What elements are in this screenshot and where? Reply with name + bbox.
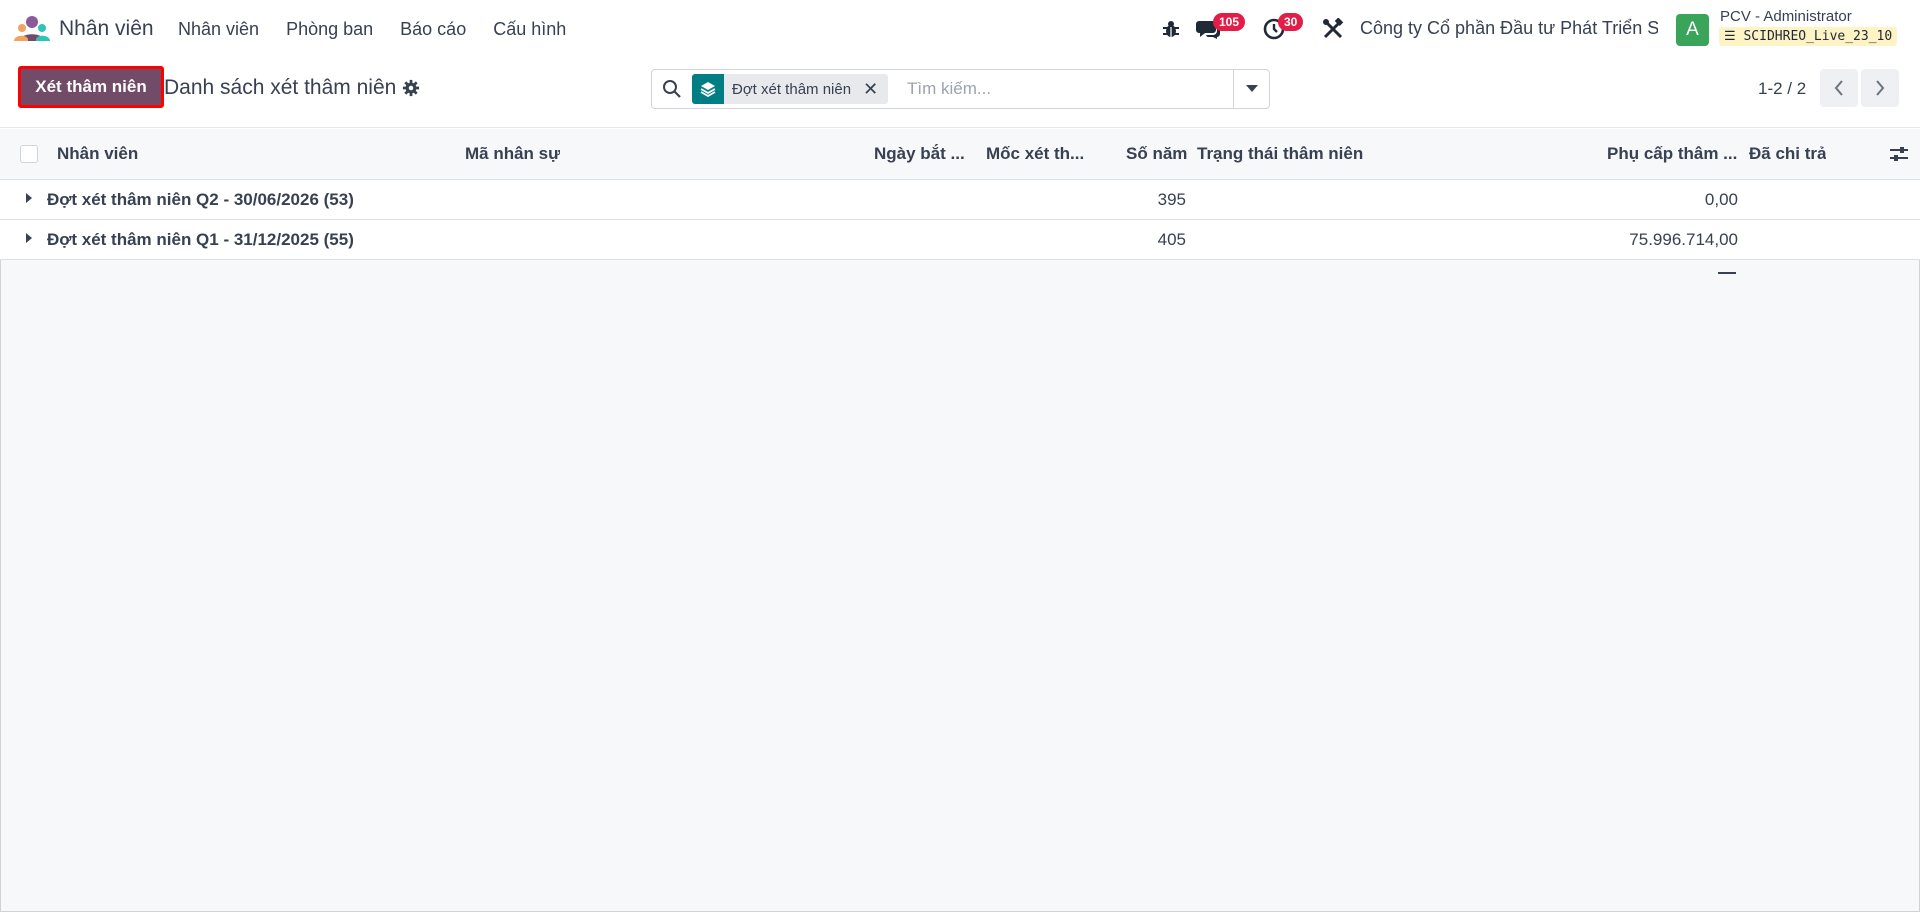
close-icon[interactable]: ✕	[859, 74, 889, 104]
employees-app-icon[interactable]	[14, 15, 50, 43]
seniority-review-button[interactable]: Xét thâm niên	[18, 66, 164, 108]
search-input[interactable]	[907, 76, 1237, 102]
database-badge: ☰ SCIDHREO_Live_23_10	[1719, 27, 1898, 46]
pager-value[interactable]: 1-2 / 2	[1758, 79, 1806, 99]
group-name: Đợt xét thâm niên Q2 - 30/06/2026 (53)	[47, 190, 354, 209]
column-seniority-allowance[interactable]: Phụ cấp thâm ...	[1607, 144, 1739, 164]
list-header: Nhân viên Mã nhân sự Ngày bắt ... Mốc xé…	[0, 129, 1920, 180]
select-all-checkbox[interactable]	[20, 145, 38, 163]
breadcrumb: Danh sách xét thâm niên	[164, 76, 420, 100]
user-name[interactable]: PCV - Administrator	[1720, 8, 1852, 25]
group-years-sum: 405	[1157, 230, 1186, 249]
database-icon: ☰	[1724, 29, 1736, 44]
bug-icon[interactable]	[1157, 15, 1185, 43]
list-empty-area	[0, 260, 1920, 912]
group-name: Đợt xét thâm niên Q1 - 31/12/2025 (55)	[47, 230, 354, 249]
menu-employees[interactable]: Nhân viên	[178, 19, 259, 40]
sliders-icon[interactable]	[1888, 143, 1910, 165]
messages-badge: 105	[1213, 13, 1246, 31]
tools-icon[interactable]	[1319, 15, 1347, 43]
layers-icon	[692, 74, 724, 104]
gear-icon[interactable]	[402, 79, 420, 97]
search-icon[interactable]	[662, 79, 682, 99]
top-navbar: Nhân viên Nhân viên Phòng ban Báo cáo Cấ…	[0, 0, 1920, 58]
caret-right-icon	[26, 193, 32, 203]
group-allowance-sum: 0,00	[1704, 190, 1738, 209]
chevron-left-icon[interactable]	[1820, 69, 1858, 107]
caret-right-icon	[26, 233, 32, 243]
company-switcher[interactable]: Công ty Cổ phần Đầu tư Phát Triển S...	[1360, 18, 1658, 39]
column-paid[interactable]: Đã chi trả	[1749, 144, 1826, 164]
app-name[interactable]: Nhân viên	[59, 17, 154, 41]
page-title: Danh sách xét thâm niên	[164, 76, 397, 99]
column-years[interactable]: Số năm	[1126, 144, 1187, 164]
menu-departments[interactable]: Phòng ban	[286, 19, 373, 40]
group-row[interactable]: Đợt xét thâm niên Q2 - 30/06/2026 (53) 3…	[0, 180, 1920, 220]
column-employee-code[interactable]: Mã nhân sự	[465, 144, 560, 164]
footer-total-dash	[1718, 272, 1736, 274]
column-review-milestone[interactable]: Mốc xét th...	[986, 144, 1086, 164]
chevron-right-icon[interactable]	[1861, 69, 1899, 107]
search-bar: Đợt xét thâm niên ✕	[651, 69, 1270, 109]
control-panel: Xét thâm niên Danh sách xét thâm niên Đợ…	[0, 58, 1920, 128]
menu-configuration[interactable]: Cấu hình	[493, 19, 566, 40]
column-start-date[interactable]: Ngày bắt ...	[874, 144, 967, 164]
group-row[interactable]: Đợt xét thâm niên Q1 - 31/12/2025 (55) 4…	[0, 220, 1920, 260]
group-years-sum: 395	[1157, 190, 1186, 209]
column-seniority-status[interactable]: Trạng thái thâm niên	[1197, 144, 1363, 164]
main-menu: Nhân viên Phòng ban Báo cáo Cấu hình	[178, 19, 566, 40]
facet-label: Đợt xét thâm niên	[724, 74, 860, 104]
search-facet: Đợt xét thâm niên ✕	[692, 74, 889, 104]
column-employee[interactable]: Nhân viên	[57, 144, 138, 164]
group-allowance-sum: 75.996.714,00	[1629, 230, 1738, 249]
database-name: SCIDHREO_Live_23_10	[1743, 29, 1893, 44]
avatar[interactable]: A	[1676, 14, 1709, 46]
activities-badge: 30	[1278, 13, 1304, 31]
chevron-down-icon[interactable]	[1233, 70, 1269, 108]
menu-reports[interactable]: Báo cáo	[400, 19, 466, 40]
